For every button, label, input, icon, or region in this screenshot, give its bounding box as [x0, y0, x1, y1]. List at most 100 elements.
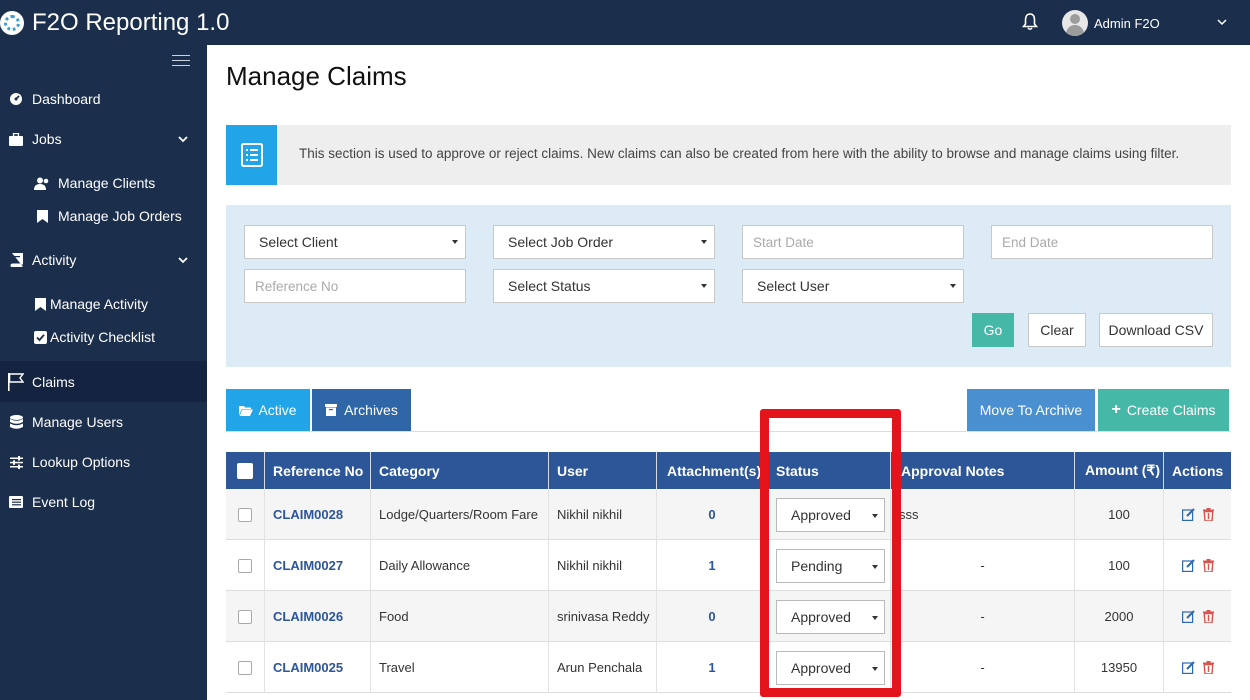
row-checkbox[interactable] — [238, 609, 252, 624]
download-csv-button[interactable]: Download CSV — [1099, 313, 1213, 347]
bell-icon[interactable] — [1022, 13, 1038, 31]
job-order-select[interactable]: Select Job Order — [493, 225, 715, 259]
caret-down-icon — [701, 240, 707, 244]
dashboard-icon — [8, 91, 24, 107]
claim-ref-link[interactable]: CLAIM0027 — [273, 558, 343, 573]
edit-icon[interactable] — [1181, 661, 1195, 674]
sidebar-item-label: Lookup Options — [32, 454, 131, 470]
info-icon-container — [226, 125, 277, 185]
sidebar-item-jobs[interactable]: Jobs — [0, 129, 207, 149]
row-checkbox[interactable] — [238, 660, 252, 675]
top-bar: F2O Reporting 1.0 Admin F2O — [0, 0, 1250, 45]
select-all-cell — [226, 452, 265, 489]
folder-open-icon — [239, 405, 254, 416]
tab-active[interactable]: Active — [226, 389, 310, 431]
clear-button[interactable]: Clear — [1028, 313, 1086, 347]
tabs-divider — [226, 431, 1231, 432]
document-list-icon — [240, 143, 263, 167]
attachments-link[interactable]: 0 — [708, 609, 715, 624]
plus-icon: + — [1111, 401, 1121, 418]
attachments-link[interactable]: 1 — [708, 558, 715, 573]
user-cell: Nikhil nikhil — [549, 540, 657, 591]
tab-active-label: Active — [258, 402, 297, 418]
tab-archives[interactable]: Archives — [312, 389, 411, 431]
caret-down-icon — [950, 284, 956, 288]
reference-no-input[interactable]: Reference No — [244, 269, 466, 303]
edit-icon[interactable] — [1181, 508, 1195, 521]
col-header-ref[interactable]: Reference No — [265, 452, 371, 489]
menu-toggle-icon[interactable] — [172, 55, 190, 67]
user-cell: srinivasa Reddy — [549, 591, 657, 642]
chevron-down-icon[interactable] — [177, 133, 189, 145]
sidebar-item-activity-checklist[interactable]: Activity Checklist — [0, 327, 207, 347]
end-date-placeholder: End Date — [1002, 234, 1059, 250]
end-date-input[interactable]: End Date — [991, 225, 1213, 259]
col-header-category[interactable]: Category — [371, 452, 549, 489]
trash-icon[interactable] — [1202, 610, 1214, 623]
notes-cell: - — [891, 642, 1075, 693]
user-menu[interactable]: Admin F2O — [1062, 10, 1160, 36]
claims-table: Reference No Category User Attachment(s)… — [226, 452, 1231, 693]
client-select[interactable]: Select Client — [244, 225, 466, 259]
category-cell: Lodge/Quarters/Room Fare — [371, 489, 549, 540]
ref-cell: CLAIM0026 — [265, 591, 371, 642]
col-header-approval-notes[interactable]: Approval Notes — [891, 452, 1075, 489]
actions-cell — [1164, 642, 1231, 693]
chevron-down-icon[interactable] — [1216, 16, 1228, 28]
sliders-icon — [8, 454, 24, 470]
user-filter-select[interactable]: Select User — [742, 269, 964, 303]
table-header: Reference No Category User Attachment(s)… — [226, 452, 1231, 489]
attachments-link[interactable]: 0 — [708, 507, 715, 522]
category-cell: Food — [371, 591, 549, 642]
notes-cell: sss — [891, 489, 1075, 540]
status-filter-select[interactable]: Select Status — [493, 269, 715, 303]
caret-down-icon — [452, 240, 458, 244]
sidebar: Dashboard Jobs Manage Clients Manage Job… — [0, 45, 207, 700]
chevron-down-icon[interactable] — [177, 254, 189, 266]
col-header-amount[interactable]: Amount (₹) — [1075, 452, 1164, 489]
database-icon — [8, 414, 24, 430]
col-header-user[interactable]: User — [549, 452, 657, 489]
start-date-placeholder: Start Date — [753, 234, 814, 250]
sidebar-item-manage-users[interactable]: Manage Users — [0, 412, 207, 432]
sidebar-item-manage-clients[interactable]: Manage Clients — [0, 173, 207, 193]
table-row: CLAIM0025 Travel Arun Penchala 1 Approve… — [226, 642, 1231, 693]
table-row: CLAIM0028 Lodge/Quarters/Room Fare Nikhi… — [226, 489, 1231, 540]
actions-cell — [1164, 540, 1231, 591]
row-checkbox[interactable] — [238, 507, 252, 522]
sidebar-item-manage-job-orders[interactable]: Manage Job Orders — [0, 206, 207, 226]
select-all-checkbox[interactable] — [237, 462, 253, 479]
claim-ref-link[interactable]: CLAIM0026 — [273, 609, 343, 624]
sidebar-item-dashboard[interactable]: Dashboard — [0, 89, 207, 109]
row-checkbox[interactable] — [238, 558, 252, 573]
edit-icon[interactable] — [1181, 610, 1195, 623]
attachments-link[interactable]: 1 — [708, 660, 715, 675]
move-to-archive-button[interactable]: Move To Archive — [967, 389, 1095, 431]
sidebar-item-activity[interactable]: Activity — [0, 250, 207, 270]
job-order-select-value: Select Job Order — [508, 234, 614, 250]
create-claims-button[interactable]: + Create Claims — [1098, 389, 1229, 431]
start-date-input[interactable]: Start Date — [742, 225, 964, 259]
sidebar-item-label: Manage Activity — [50, 296, 149, 312]
amount-cell: 2000 — [1075, 591, 1164, 642]
notes-cell: - — [891, 591, 1075, 642]
col-header-attachments[interactable]: Attachment(s) — [657, 452, 768, 489]
reference-no-placeholder: Reference No — [255, 278, 339, 294]
trash-icon[interactable] — [1202, 508, 1214, 521]
brand[interactable]: F2O Reporting 1.0 — [0, 0, 229, 45]
actions-cell — [1164, 489, 1231, 540]
sidebar-item-claims[interactable]: Claims — [0, 361, 207, 402]
users-icon — [34, 175, 50, 191]
trash-icon[interactable] — [1202, 661, 1214, 674]
claim-ref-link[interactable]: CLAIM0028 — [273, 507, 343, 522]
sidebar-item-event-log[interactable]: Event Log — [0, 492, 207, 512]
sidebar-item-label: Manage Users — [32, 414, 124, 430]
actions-cell — [1164, 591, 1231, 642]
sidebar-item-lookup-options[interactable]: Lookup Options — [0, 452, 207, 472]
go-button[interactable]: Go — [972, 313, 1014, 347]
sidebar-item-manage-activity[interactable]: Manage Activity — [0, 294, 207, 314]
trash-icon[interactable] — [1202, 559, 1214, 572]
claim-ref-link[interactable]: CLAIM0025 — [273, 660, 343, 675]
edit-icon[interactable] — [1181, 559, 1195, 572]
bookmark-icon — [34, 208, 50, 224]
